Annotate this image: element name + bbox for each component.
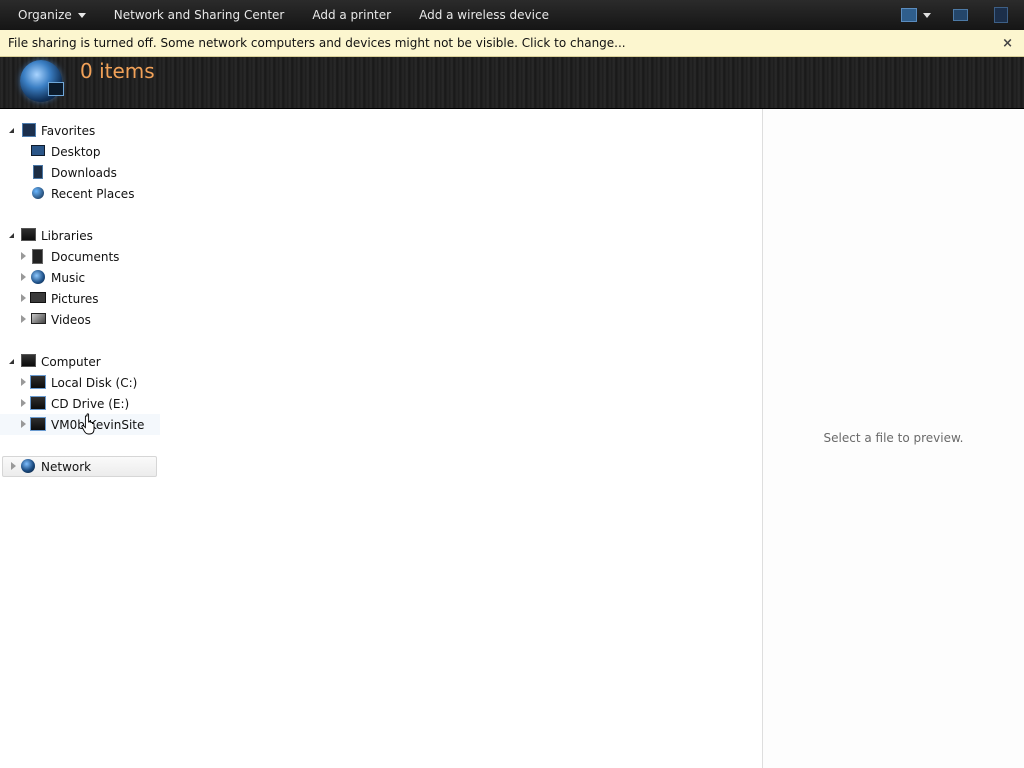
desktop-icon: [31, 145, 45, 156]
pictures-icon: [30, 292, 46, 303]
nav-item-label: Recent Places: [51, 186, 135, 201]
file-sharing-info-bar[interactable]: File sharing is turned off. Some network…: [0, 30, 1024, 57]
nav-item-videos[interactable]: Videos: [0, 309, 160, 330]
info-bar-message: File sharing is turned off. Some network…: [8, 36, 626, 50]
nav-group-label: Computer: [41, 354, 101, 369]
item-count: 0 items: [80, 59, 155, 83]
nav-group-favorites[interactable]: Favorites: [0, 120, 160, 141]
details-header: 0 items: [0, 57, 1024, 109]
expanded-arrow-icon[interactable]: [9, 233, 14, 238]
nav-item-label: Documents: [51, 249, 120, 264]
collapsed-arrow-icon[interactable]: [21, 420, 26, 428]
add-wireless-device-label: Add a wireless device: [419, 8, 549, 22]
network-sharing-center-label: Network and Sharing Center: [113, 8, 285, 22]
organize-label: Organize: [18, 8, 72, 22]
close-icon[interactable]: ×: [1002, 36, 1013, 51]
nav-item-pictures[interactable]: Pictures: [0, 288, 160, 309]
collapsed-arrow-icon[interactable]: [21, 399, 26, 407]
change-view-icon[interactable]: [901, 8, 917, 22]
network-sharing-center-button[interactable]: Network and Sharing Center: [100, 0, 299, 30]
nav-item-label: Videos: [51, 312, 91, 327]
nav-group-label: Network: [41, 459, 92, 474]
nav-group-label: Favorites: [41, 123, 96, 138]
nav-group-libraries[interactable]: Libraries: [0, 225, 160, 246]
add-wireless-device-button[interactable]: Add a wireless device: [405, 0, 563, 30]
downloads-icon: [33, 165, 43, 179]
collapsed-arrow-icon[interactable]: [21, 273, 26, 281]
add-printer-label: Add a printer: [312, 8, 392, 22]
organize-button[interactable]: Organize: [0, 0, 100, 30]
nav-item-label: VM0b KevinSite: [51, 417, 145, 432]
nav-group-computer[interactable]: Computer: [0, 351, 160, 372]
nav-item-label: Pictures: [51, 291, 99, 306]
collapsed-arrow-icon[interactable]: [11, 462, 16, 470]
computer-icon: [21, 354, 36, 367]
network-globe-icon: [21, 459, 35, 473]
preview-message: Select a file to preview.: [823, 431, 964, 445]
recent-places-icon: [32, 187, 44, 199]
nav-item-local-disk-c[interactable]: Local Disk (C:): [0, 372, 160, 393]
toolbar-right-controls: [893, 0, 1024, 30]
nav-item-label: Desktop: [51, 144, 101, 159]
favorites-star-icon: [22, 123, 36, 137]
nav-group-network-content[interactable]: Network: [0, 456, 160, 477]
cd-drive-icon: [30, 396, 46, 410]
command-bar: Organize Network and Sharing Center Add …: [0, 0, 1024, 30]
nav-item-recent-places[interactable]: Recent Places: [0, 183, 160, 204]
nav-group-label: Libraries: [41, 228, 93, 243]
nav-item-desktop[interactable]: Desktop: [0, 141, 160, 162]
nav-item-documents[interactable]: Documents: [0, 246, 160, 267]
videos-icon: [31, 313, 46, 324]
preview-pane-icon[interactable]: [953, 9, 968, 21]
add-printer-button[interactable]: Add a printer: [298, 0, 405, 30]
collapsed-arrow-icon[interactable]: [21, 252, 26, 260]
collapsed-arrow-icon[interactable]: [21, 378, 26, 386]
network-globe-icon: [20, 60, 64, 102]
network-drive-icon: [30, 417, 46, 431]
collapsed-arrow-icon[interactable]: [21, 315, 26, 323]
documents-icon: [32, 249, 43, 264]
nav-item-downloads[interactable]: Downloads: [0, 162, 160, 183]
hand-pointer-cursor-icon: [81, 413, 95, 435]
expanded-arrow-icon[interactable]: [9, 359, 14, 364]
nav-item-label: Music: [51, 270, 86, 285]
nav-item-cd-drive-e[interactable]: CD Drive (E:): [0, 393, 160, 414]
music-icon: [31, 270, 45, 284]
more-options-caret-icon[interactable]: [923, 12, 931, 18]
expanded-arrow-icon[interactable]: [9, 128, 14, 133]
chevron-down-icon: [77, 12, 86, 18]
help-icon[interactable]: [994, 7, 1008, 23]
local-disk-icon: [30, 375, 46, 389]
nav-item-label: CD Drive (E:): [51, 396, 130, 411]
collapsed-arrow-icon[interactable]: [21, 294, 26, 302]
nav-item-music[interactable]: Music: [0, 267, 160, 288]
nav-item-network-share[interactable]: VM0b KevinSite: [0, 414, 160, 435]
preview-pane: Select a file to preview.: [763, 109, 1024, 768]
nav-item-label: Local Disk (C:): [51, 375, 138, 390]
nav-item-label: Downloads: [51, 165, 117, 180]
libraries-icon: [21, 228, 36, 241]
navigation-pane: Favorites Desktop Downloads Recent Place…: [0, 109, 762, 768]
